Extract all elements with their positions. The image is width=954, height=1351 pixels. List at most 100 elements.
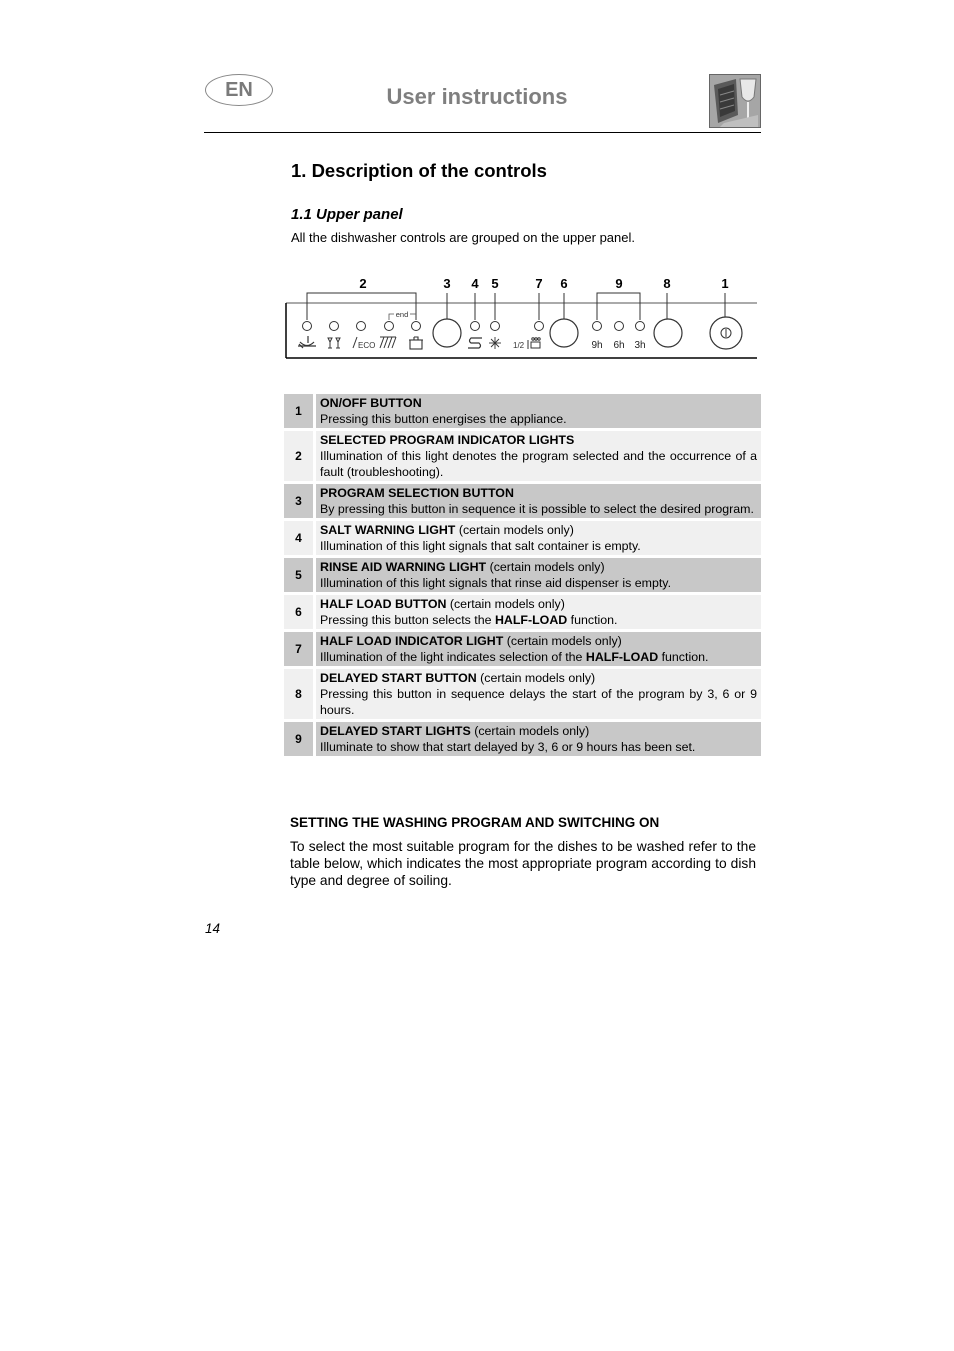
delay-light-3h <box>635 321 645 331</box>
control-text-segment: Illuminate to show that start delayed by… <box>320 740 696 754</box>
setting-heading: SETTING THE WASHING PROGRAM AND SWITCHIN… <box>290 815 660 830</box>
control-note: (certain models only) <box>470 724 590 738</box>
callout-3: 3 <box>443 276 450 291</box>
callout-6: 6 <box>560 276 567 291</box>
control-number: 4 <box>284 521 313 555</box>
control-text-segment: function. <box>567 613 618 627</box>
delay-label-6h: 6h <box>613 340 624 351</box>
control-note: (certain models only) <box>455 523 574 537</box>
control-note: (certain models only) <box>476 671 596 685</box>
callout-4: 4 <box>471 276 479 291</box>
control-note: (certain models only) <box>503 634 622 648</box>
control-description: PROGRAM SELECTION BUTTON By pressing this… <box>316 484 761 518</box>
control-number: 3 <box>284 484 313 518</box>
control-title: SALT WARNING LIGHT <box>320 523 456 537</box>
control-row: 2 SELECTED PROGRAM INDICATOR LIGHTS Illumi… <box>284 431 761 481</box>
delay-light-9h <box>592 321 602 331</box>
control-text-segment: Illumination of this light denotes the p… <box>320 449 757 479</box>
control-number: 9 <box>284 722 313 756</box>
control-text-segment: Pressing this button energises the appli… <box>320 412 567 426</box>
setting-paragraph: To select the most suitable program for … <box>290 839 756 888</box>
dishwasher-glass-icon <box>709 74 761 128</box>
control-number: 1 <box>284 394 313 428</box>
eco-icon: ECO <box>352 336 375 350</box>
program-light-1 <box>302 321 312 331</box>
control-title: DELAYED START BUTTON <box>320 671 477 685</box>
control-description: HALF LOAD INDICATOR LIGHT (certain model… <box>316 632 761 666</box>
control-description: HALF LOAD BUTTON (certain models only) Pr… <box>316 595 761 629</box>
control-text-segment: Illumination of this light signals that … <box>320 576 672 590</box>
control-text-segment: HALF-LOAD <box>585 650 659 664</box>
soak-pan-icon <box>298 336 316 349</box>
control-title: HALF LOAD BUTTON <box>320 597 447 611</box>
control-number: 6 <box>284 595 313 629</box>
control-description: SALT WARNING LIGHT (certain models only)… <box>316 521 761 555</box>
control-text-segment: By pressing this button in sequence it i… <box>320 502 754 516</box>
control-number: 7 <box>284 632 313 666</box>
controls-table: 1 ON/OFF BUTTON Pressing this button energ… <box>284 394 761 759</box>
page-number: 14 <box>205 921 221 936</box>
control-text-segment: function. <box>658 650 709 664</box>
control-text-segment: Illumination of this light signals that … <box>320 539 641 553</box>
control-title: PROGRAM SELECTION BUTTON <box>320 486 514 500</box>
delayed-start-button[interactable] <box>653 318 683 348</box>
callout-1: 1 <box>721 276 728 291</box>
control-text-segment: Illumination of the light indicates sele… <box>320 650 586 664</box>
control-row: 8 DELAYED START BUTTON (certain models on… <box>284 669 761 719</box>
control-note: (certain models only) <box>486 560 605 574</box>
glasses-icon <box>327 337 341 349</box>
control-row: 1 ON/OFF BUTTON Pressing this button energ… <box>284 394 761 428</box>
half-load-light <box>534 321 544 331</box>
program-light-5 <box>411 321 421 331</box>
control-row: 9 DELAYED START LIGHTS (certain models on… <box>284 722 761 756</box>
callout-9: 9 <box>615 276 622 291</box>
delay-label-3h: 3h <box>634 340 645 351</box>
control-number: 5 <box>284 558 313 592</box>
plates-icon <box>379 336 397 349</box>
header-divider <box>204 132 761 133</box>
control-title: DELAYED START LIGHTS <box>320 724 471 738</box>
control-text-segment: Pressing this button in sequence delays … <box>320 687 757 717</box>
half-load-button[interactable] <box>549 318 579 348</box>
callout-8: 8 <box>663 276 670 291</box>
section-heading: 1. Description of the controls <box>291 160 547 181</box>
control-row: 4 SALT WARNING LIGHT (certain models only… <box>284 521 761 555</box>
control-row: 5 RINSE AID WARNING LIGHT (certain models… <box>284 558 761 592</box>
program-light-4 <box>384 321 394 331</box>
svg-text:ECO: ECO <box>358 341 375 350</box>
rinse-aid-icon <box>489 337 501 349</box>
program-light-2 <box>329 321 339 331</box>
program-selection-button[interactable] <box>432 318 462 348</box>
end-label: end <box>396 310 409 319</box>
control-title: HALF LOAD INDICATOR LIGHT <box>320 634 504 648</box>
control-title: RINSE AID WARNING LIGHT <box>320 560 487 574</box>
salt-icon <box>468 337 482 349</box>
control-description: RINSE AID WARNING LIGHT (certain models … <box>316 558 761 592</box>
header-title: User instructions <box>386 84 568 109</box>
program-light-3 <box>356 321 366 331</box>
subsection-heading: 1.1 Upper panel <box>291 206 403 223</box>
control-text-segment: Pressing this button selects the <box>320 613 495 627</box>
rinse-aid-light <box>490 321 500 331</box>
salt-light <box>470 321 480 331</box>
control-row: 3 PROGRAM SELECTION BUTTON By pressing thi… <box>284 484 761 518</box>
control-title: ON/OFF BUTTON <box>320 396 422 410</box>
callout-7: 7 <box>535 276 542 291</box>
control-row: 7 HALF LOAD INDICATOR LIGHT (certain mode… <box>284 632 761 666</box>
control-description: DELAYED START BUTTON (certain models onl… <box>316 669 761 719</box>
control-number: 8 <box>284 669 313 719</box>
control-description: SELECTED PROGRAM INDICATOR LIGHTS Illumin… <box>316 431 761 481</box>
delay-label-9h: 9h <box>591 340 602 351</box>
half-load-label: 1/2 <box>513 341 525 350</box>
control-description: ON/OFF BUTTON Pressing this button energi… <box>316 394 761 428</box>
control-number: 2 <box>284 431 313 481</box>
callout-5: 5 <box>491 276 498 291</box>
control-title: SELECTED PROGRAM INDICATOR LIGHTS <box>320 433 575 447</box>
control-panel-diagram: 2 3 4 5 7 6 9 8 1 end ECO 1/2 9h 6h 3h <box>285 270 760 365</box>
control-text-segment: HALF-LOAD <box>494 613 568 627</box>
intro-text: All the dishwasher controls are grouped … <box>291 230 635 245</box>
control-note: (certain models only) <box>446 597 565 611</box>
callout-2: 2 <box>359 276 366 291</box>
delay-light-6h <box>614 321 624 331</box>
pot-icon <box>409 336 423 350</box>
